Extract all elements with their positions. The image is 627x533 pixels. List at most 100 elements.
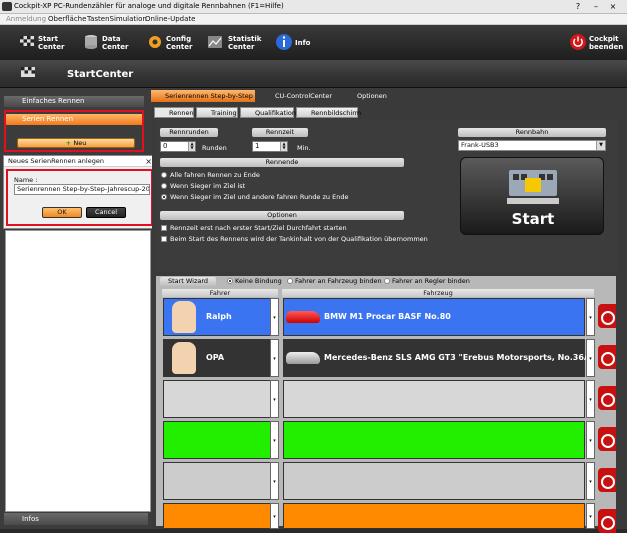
start-lights-icon: [507, 170, 559, 204]
config-label-1: Config: [166, 35, 192, 43]
menu-bar: Anmeldung Oberfläche TastenSimulation On…: [0, 14, 627, 25]
config-center-button[interactable]: Config Center: [146, 28, 196, 58]
radio-keine-bindung[interactable]: [227, 278, 233, 284]
controller-icon[interactable]: [598, 345, 616, 369]
avatar: [172, 342, 196, 374]
rennende-header: Rennende: [160, 158, 404, 167]
dialog-title: Neues SerienRennen anlegen: [4, 156, 155, 167]
radio-end-0[interactable]: [161, 172, 167, 178]
controller-icon[interactable]: [598, 468, 616, 492]
ok-button[interactable]: OK: [42, 207, 82, 218]
subtab-training[interactable]: Training: [196, 107, 238, 118]
radio-end-1[interactable]: [161, 183, 167, 189]
toolbar: Start Center Data Center Config Center Stat…: [0, 25, 627, 60]
checkbox-option-0[interactable]: [161, 225, 167, 231]
exit-button[interactable]: Cockpit beenden: [569, 28, 625, 58]
menu-tastensimulation[interactable]: TastenSimulation: [87, 15, 147, 23]
driver-cell[interactable]: [163, 421, 271, 459]
car-dropdown-icon[interactable]: ▾: [586, 380, 595, 418]
help-button[interactable]: ?: [571, 1, 585, 12]
start-label-1: Start: [38, 35, 58, 43]
cancel-button[interactable]: Cancel: [86, 207, 126, 218]
runden-stepper[interactable]: 0 ▲ ▼: [160, 141, 196, 152]
statistik-center-button[interactable]: Statistik Center: [206, 28, 262, 58]
driver-cell[interactable]: [163, 380, 271, 418]
close-window-button[interactable]: ×: [606, 1, 620, 12]
radio-fahrer-regler[interactable]: [384, 278, 390, 284]
car-cell[interactable]: [283, 462, 585, 500]
tab-serienrennen[interactable]: Serienrennen Step-by-Step: [151, 90, 255, 102]
car-cell[interactable]: [283, 380, 585, 418]
menu-anmeldung[interactable]: Anmeldung: [6, 15, 46, 23]
menu-oberflaeche[interactable]: Oberfläche: [48, 15, 86, 23]
driver-dropdown-icon[interactable]: ▾: [270, 380, 279, 418]
title-bar: Cockpit-XP PC-Rundenzähler für analoge u…: [0, 0, 627, 14]
subtab-rennen[interactable]: Rennen: [154, 107, 194, 118]
info-button[interactable]: Info: [275, 28, 315, 58]
controller-icon[interactable]: [598, 509, 616, 533]
driver-cell[interactable]: [163, 503, 271, 529]
car-cell[interactable]: [283, 503, 585, 529]
car-dropdown-icon[interactable]: ▾: [586, 339, 595, 377]
menu-online-update[interactable]: Online-Update: [145, 15, 195, 23]
subtab-rennbildschirm[interactable]: Rennbildschirm: [296, 107, 361, 118]
radio-end-2[interactable]: [161, 194, 167, 200]
power-icon: [570, 34, 586, 50]
driver-name: OPA: [206, 353, 225, 362]
car-cell[interactable]: Mercedes-Benz SLS AMG GT3 "Erebus Motors…: [283, 339, 594, 377]
neu-button[interactable]: + Neu: [17, 138, 135, 148]
start-wizard-button[interactable]: Start Wizard: [160, 277, 216, 286]
car-cell[interactable]: BMW M1 Procar BASF No.80: [283, 298, 585, 336]
start-race-button[interactable]: Start: [460, 157, 604, 235]
car-icon: [286, 311, 320, 323]
sidebar-item-einfaches-rennen[interactable]: Einfaches Rennen: [4, 96, 144, 107]
tab-optionen[interactable]: Optionen: [343, 90, 393, 102]
page-title: StartCenter: [67, 69, 134, 80]
statistics-icon: [208, 36, 222, 48]
info-label: Info: [295, 39, 311, 47]
statistik-label-2: Center: [228, 43, 255, 51]
driver-dropdown-icon[interactable]: ▾: [270, 298, 279, 336]
car-dropdown-icon[interactable]: ▾: [586, 462, 595, 500]
driver-dropdown-icon[interactable]: ▾: [270, 462, 279, 500]
driver-name: Ralph: [206, 312, 232, 321]
rennbahn-select[interactable]: Frank-USB3 ▼: [458, 140, 606, 151]
driver-cell[interactable]: [163, 462, 271, 500]
name-input[interactable]: Serienrennen Step-by-Step-Jahrescup-2018: [14, 184, 150, 195]
controller-icon[interactable]: [598, 304, 616, 328]
controller-icon[interactable]: [598, 386, 616, 410]
chevron-down-icon: ▼: [596, 141, 605, 150]
wizard-option-0: Keine Bindung: [235, 277, 282, 285]
database-icon: [85, 35, 97, 49]
tab-cu-controlcenter[interactable]: CU-ControlCenter: [261, 90, 337, 102]
car-dropdown-icon[interactable]: ▾: [586, 298, 595, 336]
start-label-2: Center: [38, 43, 65, 51]
subtab-qualifikation[interactable]: Qualifikation: [240, 107, 296, 118]
driver-dropdown-icon[interactable]: ▾: [270, 503, 279, 529]
start-center-button[interactable]: Start Center: [18, 28, 68, 58]
name-label: Name :: [14, 176, 38, 184]
dialog-close-icon[interactable]: ×: [145, 156, 152, 167]
driver-dropdown-icon[interactable]: ▾: [270, 421, 279, 459]
rennbahn-value: Frank-USB3: [461, 141, 499, 149]
driver-cell[interactable]: Ralph: [163, 298, 271, 336]
zeit-stepper[interactable]: 1 ▲ ▼: [252, 141, 288, 152]
car-cell[interactable]: [283, 421, 585, 459]
series-list[interactable]: [5, 230, 151, 512]
end-option-1: Wenn Sieger im Ziel ist: [170, 182, 246, 190]
controller-icon[interactable]: [598, 427, 616, 451]
zeit-unit: Min.: [297, 144, 311, 152]
car-dropdown-icon[interactable]: ▾: [586, 503, 595, 529]
infos-bar[interactable]: Infos: [4, 513, 148, 525]
checkbox-option-1[interactable]: [161, 236, 167, 242]
minimize-button[interactable]: –: [589, 1, 603, 12]
driver-cell[interactable]: OPA: [163, 339, 271, 377]
car-dropdown-icon[interactable]: ▾: [586, 421, 595, 459]
wizard-option-1: Fahrer an Fahrzeug binden: [295, 277, 382, 285]
window-title: Cockpit-XP PC-Rundenzähler für analoge u…: [14, 2, 284, 10]
car-icon: [286, 352, 320, 364]
radio-fahrer-fahrzeug[interactable]: [287, 278, 293, 284]
driver-dropdown-icon[interactable]: ▾: [270, 339, 279, 377]
data-center-button[interactable]: Data Center: [82, 28, 132, 58]
end-option-2: Wenn Sieger im Ziel und andere fahren Ru…: [170, 193, 349, 201]
